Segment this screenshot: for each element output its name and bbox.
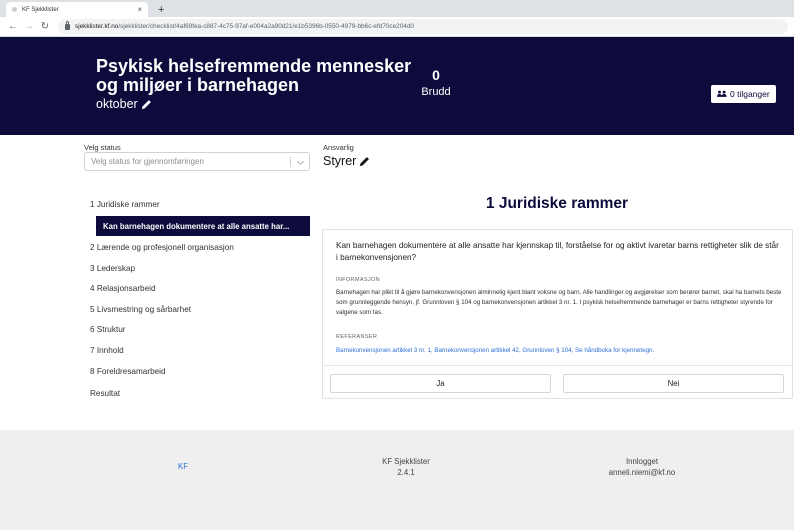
nav-item-livsmestring[interactable]: 5 Livsmestring og sårbarhet [90,305,191,314]
card-divider [323,365,792,366]
footer-app-name: KF Sjekklister [382,457,430,466]
nav-item-innhold[interactable]: 7 Innhold [90,346,124,355]
nav-item-foreldresamarbeid[interactable]: 8 Foreldresamarbeid [90,367,166,376]
responsible-field: Styrer [323,154,370,168]
chevron-down-icon [296,157,305,166]
edit-pencil-icon[interactable] [141,99,152,110]
select-separator [290,157,291,167]
subtitle-text: oktober [96,97,138,111]
new-tab-button[interactable]: + [158,4,164,16]
checklist-title: Psykisk helsefremmende mennesker og milj… [96,56,412,95]
checklist-subtitle: oktober [96,97,152,111]
footer-app-info: KF Sjekklister 2.4.1 [366,456,446,478]
footer-kf-link[interactable]: KF [178,462,188,471]
responsible-label: Ansvarlig [323,143,354,152]
status-placeholder: Velg status for gjennomføringen [91,157,204,166]
users-icon [717,90,727,97]
info-text: Barnehagen har plikt til å gjøre barneko… [336,289,782,316]
browser-tab-bar: KF Sjekklister × + [0,0,794,17]
status-select[interactable]: Velg status for gjennomføringen [84,152,310,171]
violations-label: Brudd [421,86,451,98]
refs-heading: REFERANSER [336,334,378,340]
section-title: 1 Juridiske rammer [485,195,629,212]
access-button[interactable]: 0 tilganger [711,85,776,103]
lock-icon [65,21,70,30]
violations-count: 0 [432,67,440,83]
nav-item-resultat[interactable]: Resultat [90,389,120,398]
url-path: /sjekklister/checklist/4af69fea-c887-4c7… [118,23,414,30]
violations-counter: 0 Brudd [412,67,460,98]
forward-arrow-icon[interactable]: → [22,21,36,32]
nav-item-struktur[interactable]: 6 Struktur [90,325,126,334]
tab-title: KF Sjekklister [22,6,59,13]
no-button[interactable]: Nei [563,374,784,393]
url-input[interactable]: sjekklister.kf.no/sjekklister/checklist/… [58,19,788,34]
url-host: sjekklister.kf.no [75,23,119,30]
nav-item-relasjonsarbeid[interactable]: 4 Relasjonsarbeid [90,284,156,293]
browser-tab[interactable]: KF Sjekklister × [6,2,148,17]
nav-subitem-active-question[interactable]: Kan barnehagen dokumentere at alle ansat… [96,216,310,236]
nav-item-lederskap[interactable]: 3 Lederskap [90,264,135,273]
info-heading: INFORMASJON [336,277,381,283]
question-text: Kan barnehagen dokumentere at alle ansat… [336,241,779,262]
browser-address-bar: ← → ↻ sjekklister.kf.no/sjekklister/chec… [0,17,794,37]
edit-pencil-icon[interactable] [359,156,370,167]
footer-user-info: Innlogget anneli.niemi@kf.no [597,456,687,478]
nav-item-laerende-organisasjon[interactable]: 2 Lærende og profesjonell organisasjon [90,243,234,252]
access-button-label: 0 tilganger [730,89,770,99]
question-card: Kan barnehagen dokumentere at alle ansat… [322,229,793,399]
checklist-header: Psykisk helsefremmende mennesker og milj… [0,37,794,135]
tab-favicon-icon [12,7,17,12]
yes-button[interactable]: Ja [330,374,551,393]
footer-user-email: anneli.niemi@kf.no [608,468,676,477]
nav-item-juridiske-rammer[interactable]: 1 Juridiske rammer [90,200,160,209]
reload-icon[interactable]: ↻ [38,21,52,32]
refs-link[interactable]: Barnekonvensjonen artikkel 3 nr. 1, Barn… [336,347,654,354]
footer-logged-in-label: Innlogget [625,457,659,466]
page-footer: KF KF Sjekklister 2.4.1 Innlogget anneli… [0,430,794,530]
back-arrow-icon[interactable]: ← [6,21,20,32]
responsible-value: Styrer [323,154,357,168]
footer-version: 2.4.1 [397,468,415,477]
tab-close-icon[interactable]: × [137,5,142,14]
status-label: Velg status [84,143,121,152]
